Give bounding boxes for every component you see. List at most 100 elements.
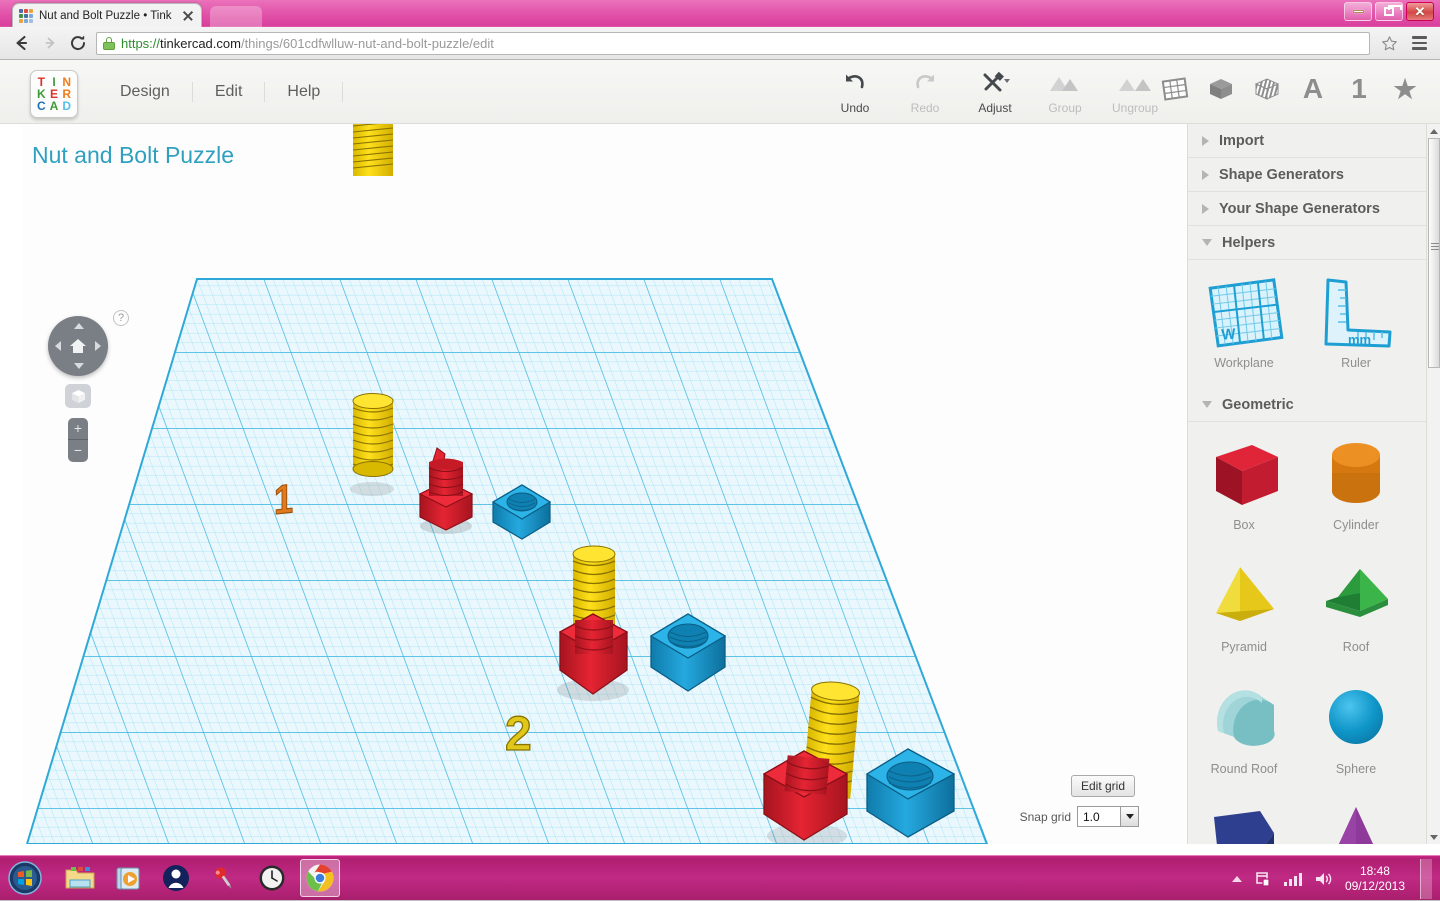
shape-round-roof-label: Round Roof bbox=[1211, 762, 1278, 776]
accordion-import-label: Import bbox=[1219, 133, 1264, 149]
clock-date: 09/12/2013 bbox=[1345, 879, 1405, 894]
shape-cylinder-label: Cylinder bbox=[1333, 518, 1379, 532]
browser-tab[interactable]: Nut and Bolt Puzzle • Tink bbox=[12, 3, 202, 27]
numeral-1[interactable]: 1 bbox=[274, 477, 293, 524]
numeral-2[interactable]: 2 bbox=[505, 708, 532, 761]
view-navigation-pad[interactable] bbox=[48, 316, 108, 376]
solid-cube-icon[interactable] bbox=[1206, 72, 1236, 106]
helper-ruler[interactable]: mm Ruler bbox=[1300, 266, 1412, 388]
group-button[interactable]: Group bbox=[1030, 68, 1100, 115]
fit-to-view-button[interactable] bbox=[65, 384, 91, 408]
hamburger-menu-icon[interactable] bbox=[1406, 30, 1432, 56]
google-chrome-icon[interactable] bbox=[300, 859, 340, 897]
shape-cylinder[interactable]: Cylinder bbox=[1300, 428, 1412, 550]
home-view-icon[interactable] bbox=[69, 338, 87, 354]
chevron-right-icon bbox=[1202, 170, 1209, 180]
workplane-helper-icon: W bbox=[1198, 272, 1290, 354]
close-window-button[interactable]: ✕ bbox=[1406, 2, 1434, 21]
tinkercad-logo[interactable]: T I N K E R C A D bbox=[30, 70, 78, 118]
nav-down-arrow-icon[interactable] bbox=[74, 363, 84, 369]
show-hidden-icons-arrow[interactable] bbox=[1231, 874, 1243, 884]
pyramid-shape-icon bbox=[1198, 556, 1290, 638]
help-badge[interactable]: ? bbox=[113, 310, 129, 326]
undo-button[interactable]: Undo bbox=[820, 68, 890, 115]
tab-strip: Nut and Bolt Puzzle • Tink bbox=[0, 0, 1440, 27]
url-host: tinkercad.com bbox=[160, 36, 241, 51]
forward-button[interactable] bbox=[36, 29, 64, 57]
shape-pyramid[interactable]: Pyramid bbox=[1188, 550, 1300, 672]
nav-right-arrow-icon[interactable] bbox=[95, 341, 101, 351]
chevron-down-icon[interactable] bbox=[1120, 807, 1138, 826]
shape-sphere[interactable]: Sphere bbox=[1300, 672, 1412, 794]
reload-button[interactable] bbox=[64, 29, 92, 57]
windows-taskbar: 18:48 09/12/2013 bbox=[0, 855, 1440, 900]
network-signal-icon[interactable] bbox=[1283, 871, 1303, 887]
back-button[interactable] bbox=[8, 29, 36, 57]
zoom-controls[interactable]: + − bbox=[68, 418, 88, 462]
user-account-icon[interactable] bbox=[156, 859, 196, 897]
action-center-flag-icon[interactable] bbox=[1254, 870, 1272, 888]
text-letter-a-icon[interactable]: A bbox=[1298, 72, 1328, 106]
logo-letter: A bbox=[50, 100, 59, 112]
number-one-icon[interactable]: 1 bbox=[1344, 72, 1374, 106]
snap-grid-select[interactable]: 1.0 bbox=[1077, 806, 1139, 827]
workplane-3d-scene[interactable]: 1 bbox=[22, 124, 1187, 844]
address-bar[interactable]: https://tinkercad.com/things/601cdfwlluw… bbox=[96, 32, 1370, 55]
editor-canvas[interactable]: Nut and Bolt Puzzle bbox=[22, 124, 1187, 844]
redo-button[interactable]: Redo bbox=[890, 68, 960, 115]
bookmark-star-icon[interactable] bbox=[1376, 32, 1402, 55]
show-desktop-button[interactable] bbox=[1420, 859, 1432, 899]
shape-roof-label: Roof bbox=[1343, 640, 1369, 654]
adjust-tools-icon bbox=[960, 68, 1030, 98]
shelf-scrollbar[interactable] bbox=[1426, 124, 1440, 844]
scroll-up-arrow-icon[interactable] bbox=[1427, 124, 1440, 138]
workplane-surface[interactable] bbox=[22, 224, 1187, 844]
workplane-grid-icon[interactable] bbox=[1160, 72, 1190, 106]
striped-cube-icon[interactable] bbox=[1252, 72, 1282, 106]
shape-round-roof[interactable]: Round Roof bbox=[1188, 672, 1300, 794]
pushpin-icon[interactable] bbox=[204, 859, 244, 897]
nav-left-arrow-icon[interactable] bbox=[55, 341, 61, 351]
cylinder-shape-icon bbox=[1310, 434, 1402, 516]
shape-box[interactable]: Box bbox=[1188, 428, 1300, 550]
helper-workplane[interactable]: W Workplane bbox=[1188, 266, 1300, 388]
redo-arrow-icon bbox=[890, 68, 960, 98]
accordion-helpers[interactable]: Helpers bbox=[1188, 226, 1426, 260]
zoom-out-button[interactable]: − bbox=[68, 440, 88, 462]
windows-start-icon[interactable] bbox=[4, 858, 46, 898]
accordion-geometric[interactable]: Geometric bbox=[1188, 388, 1426, 422]
accordion-shape-generators[interactable]: Shape Generators bbox=[1188, 158, 1426, 192]
minimize-button[interactable] bbox=[1344, 2, 1372, 21]
cone-shape-icon bbox=[1310, 800, 1402, 844]
scroll-down-arrow-icon[interactable] bbox=[1427, 830, 1440, 844]
zoom-in-button[interactable]: + bbox=[68, 418, 88, 440]
scrollbar-thumb[interactable] bbox=[1428, 138, 1440, 368]
volume-speaker-icon[interactable] bbox=[1314, 870, 1334, 888]
shape-cone[interactable] bbox=[1300, 794, 1412, 844]
tab-close-icon[interactable] bbox=[181, 9, 195, 23]
nav-up-arrow-icon[interactable] bbox=[74, 323, 84, 329]
menu-item-design[interactable]: Design bbox=[98, 82, 193, 102]
edit-grid-button[interactable]: Edit grid bbox=[1071, 775, 1135, 797]
media-player-icon[interactable] bbox=[108, 859, 148, 897]
shape-roof[interactable]: Roof bbox=[1300, 550, 1412, 672]
accordion-shape-generators-label: Shape Generators bbox=[1219, 167, 1344, 183]
new-tab-button[interactable] bbox=[210, 6, 262, 27]
adjust-button[interactable]: Adjust bbox=[960, 68, 1030, 115]
favorites-star-icon[interactable]: ★ bbox=[1390, 72, 1420, 106]
url-path: /things/601cdfwlluw-nut-and-bolt-puzzle/… bbox=[241, 36, 494, 51]
taskbar-clock[interactable]: 18:48 09/12/2013 bbox=[1345, 864, 1405, 894]
letter-a-glyph: A bbox=[1303, 74, 1323, 104]
clock-app-icon[interactable] bbox=[252, 859, 292, 897]
accordion-your-shape-generators[interactable]: Your Shape Generators bbox=[1188, 192, 1426, 226]
shape-sphere-label: Sphere bbox=[1336, 762, 1376, 776]
ruler-helper-icon: mm bbox=[1310, 272, 1402, 354]
file-explorer-icon[interactable] bbox=[60, 859, 100, 897]
menu-item-help[interactable]: Help bbox=[265, 82, 343, 102]
restore-button[interactable] bbox=[1375, 2, 1403, 21]
shape-polygon[interactable] bbox=[1188, 794, 1300, 844]
accordion-import[interactable]: Import bbox=[1188, 124, 1426, 158]
browser-toolbar: https://tinkercad.com/things/601cdfwlluw… bbox=[0, 27, 1440, 60]
menu-item-edit[interactable]: Edit bbox=[193, 82, 266, 102]
number-one-glyph: 1 bbox=[1351, 74, 1367, 104]
